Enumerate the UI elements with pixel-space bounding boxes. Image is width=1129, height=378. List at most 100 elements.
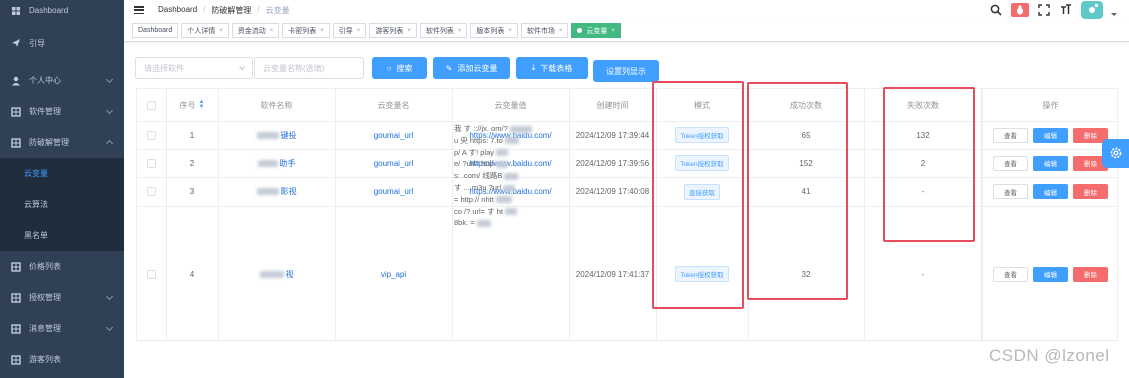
search-button[interactable]: ○ 搜索	[372, 57, 427, 79]
tag-label: 卡密列表	[288, 27, 317, 35]
tag-market[interactable]: 软件市场 ×	[520, 23, 569, 38]
value-line: p/ A す! play	[454, 147, 570, 159]
tag-guide[interactable]: 引导 ×	[332, 23, 367, 38]
close-icon[interactable]: ×	[407, 28, 411, 34]
filter-toolbar: 请选择软件 云变量名称(选填) ○ 搜索 ✎ 添加云变量 ⤓ 下载表格 设置列显示	[135, 54, 659, 82]
search-icon[interactable]	[989, 3, 1003, 17]
close-icon[interactable]: ×	[611, 28, 615, 34]
row-checkbox[interactable]	[137, 121, 166, 149]
row-checkbox[interactable]	[137, 206, 166, 342]
sidebar-item-visitors[interactable]: 游客列表	[0, 344, 124, 375]
edit-button[interactable]: 编辑	[1033, 127, 1068, 143]
view-button[interactable]: 查看	[993, 127, 1028, 143]
header-actions: 操作	[982, 89, 1119, 121]
created-time: 2024/12/09 17:39:56	[575, 158, 650, 168]
sidebar-item-dashboard[interactable]: Dashboard	[0, 0, 124, 21]
value-line: 8bk. =	[454, 217, 570, 229]
header-label: 创建时间	[596, 100, 629, 110]
edit-button[interactable]: 编辑	[1033, 184, 1068, 199]
sidebar-item-guide[interactable]: 引导	[0, 21, 124, 65]
highlight-box-mode	[652, 81, 744, 309]
breadcrumb-item[interactable]: 防破解管理	[211, 5, 251, 16]
software-name[interactable]: 视	[218, 206, 335, 342]
tag-software-list[interactable]: 软件列表 ×	[419, 23, 468, 38]
value-line: co /? url= す ht	[454, 206, 570, 218]
tag-label: 资金流动	[237, 27, 266, 35]
sidebar-item-license[interactable]: 授权管理	[0, 282, 124, 313]
settings-float-button[interactable]	[1102, 139, 1129, 168]
tag-cardkeys[interactable]: 卡密列表 ×	[282, 23, 330, 38]
software-name[interactable]: 影视	[218, 177, 335, 206]
chevron-down-icon	[105, 75, 114, 84]
select-all-checkbox[interactable]	[137, 89, 166, 121]
user-icon	[11, 76, 21, 86]
header-variable-value: 云变量值	[452, 89, 569, 121]
grid-icon	[11, 137, 21, 148]
font-size-icon[interactable]	[1059, 3, 1073, 17]
bug-icon[interactable]	[1011, 3, 1029, 17]
row-checkbox[interactable]	[137, 149, 166, 177]
close-icon[interactable]: ×	[219, 28, 223, 34]
close-icon[interactable]: ×	[508, 28, 512, 34]
caret-down-icon[interactable]	[1111, 12, 1117, 16]
tag-label: 软件列表	[425, 27, 454, 35]
add-variable-button[interactable]: ✎ 添加云变量	[433, 57, 510, 79]
sidebar-item-label: 价格列表	[29, 262, 61, 271]
tag-visitors[interactable]: 游客列表 ×	[369, 23, 417, 38]
created-time: 2024/12/09 17:39:44	[575, 130, 650, 140]
tag-version-list[interactable]: 版本列表 ×	[470, 23, 518, 38]
sidebar-subitem-cloud-algorithm[interactable]: 云算法	[0, 189, 124, 220]
header-label: 序号	[179, 100, 196, 110]
tag-dashboard[interactable]: Dashboard	[132, 23, 179, 38]
header-index[interactable]: 序号 ▲ ▼	[166, 89, 218, 121]
sort-icon[interactable]: ▲ ▼	[199, 99, 205, 110]
close-icon[interactable]: ×	[357, 28, 361, 34]
row-index: 1	[189, 130, 195, 140]
edit-button[interactable]: 编辑	[1033, 155, 1068, 171]
variable-name: goumai_url	[373, 187, 414, 196]
sidebar-item-messages[interactable]: 消息管理	[0, 313, 124, 344]
tag-cloud-variable[interactable]: 云变量 ×	[571, 23, 621, 38]
sidebar-item-software[interactable]: 软件管理	[0, 96, 124, 127]
send-icon	[11, 38, 21, 48]
close-icon[interactable]: ×	[559, 28, 563, 34]
sidebar-item-profile[interactable]: 个人中心	[0, 65, 124, 96]
hamburger-icon[interactable]	[134, 5, 144, 15]
software-select[interactable]: 请选择软件	[135, 57, 253, 79]
tag-funds[interactable]: 资金流动 ×	[231, 23, 280, 38]
delete-button[interactable]: 删除	[1073, 184, 1108, 199]
created-time: 2024/12/09 17:40:08	[575, 187, 650, 196]
value-line: e/ ?url= http	[454, 158, 570, 170]
avatar[interactable]	[1081, 1, 1103, 19]
chevron-down-icon	[239, 64, 245, 70]
variable-name-input[interactable]: 云变量名称(选填)	[254, 57, 364, 79]
software-name[interactable]: 助手	[218, 149, 335, 177]
top-navbar: Dashboard / 防破解管理 / 云变量	[124, 0, 1129, 20]
tag-profile[interactable]: 个人详情 ×	[181, 23, 229, 38]
download-button[interactable]: ⤓ 下载表格	[516, 57, 588, 79]
sidebar-item-prices[interactable]: 价格列表	[0, 251, 124, 282]
sidebar-subitem-blacklist[interactable]: 黑名单	[0, 220, 124, 251]
sidebar-subitem-cloud-variable[interactable]: 云变量	[0, 158, 124, 189]
sidebar-item-anticrack[interactable]: 防破解管理	[0, 127, 124, 158]
button-label: 搜索	[396, 63, 413, 73]
sidebar-item-label: Dashboard	[29, 6, 69, 15]
created-time: 2024/12/09 17:41:37	[575, 269, 650, 279]
view-button[interactable]: 查看	[993, 266, 1028, 282]
software-name[interactable]: 键投	[218, 121, 335, 149]
delete-button[interactable]: 删除	[1073, 266, 1108, 282]
row-checkbox[interactable]	[137, 177, 166, 206]
header-actions	[989, 1, 1117, 19]
view-button[interactable]: 查看	[993, 184, 1028, 199]
close-icon[interactable]: ×	[320, 28, 324, 34]
header-variable-name: 云变量名	[335, 89, 452, 121]
close-icon[interactable]: ×	[270, 28, 274, 34]
view-button[interactable]: 查看	[993, 155, 1028, 171]
column-settings-button[interactable]: 设置列显示	[593, 60, 659, 82]
breadcrumb-item[interactable]: Dashboard	[158, 5, 197, 16]
close-icon[interactable]: ×	[458, 28, 462, 34]
fullscreen-icon[interactable]	[1037, 3, 1051, 17]
active-dot-icon	[577, 28, 583, 33]
variable-name: goumai_url	[373, 158, 414, 168]
edit-button[interactable]: 编辑	[1033, 266, 1068, 282]
